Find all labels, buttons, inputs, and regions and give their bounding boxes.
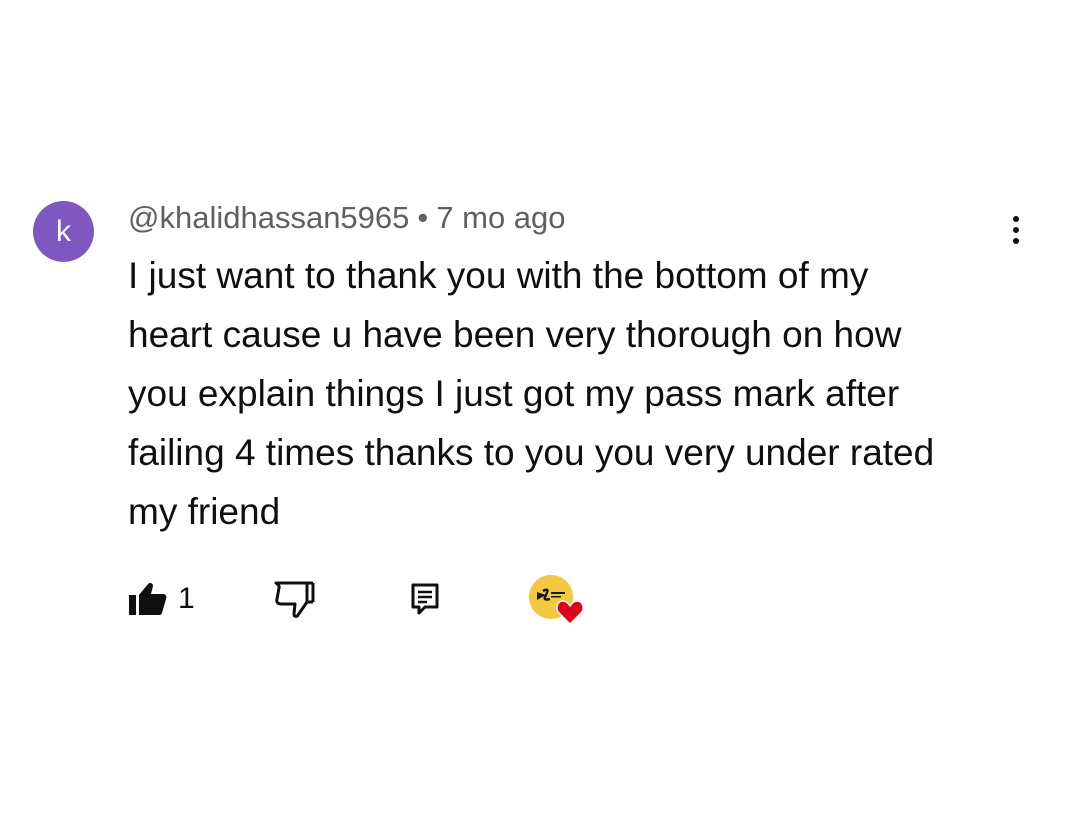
comment-thread: k @khalidhassan5965 • 7 mo ago I just wa… (0, 0, 1080, 828)
thumbs-up-filled-icon (129, 582, 167, 615)
author-handle[interactable]: @khalidhassan5965 (128, 200, 409, 236)
reply-button[interactable] (411, 583, 439, 620)
timestamp: 7 mo ago (436, 200, 566, 235)
avatar[interactable]: k (33, 201, 94, 262)
comment-header: @khalidhassan5965 • 7 mo ago (128, 198, 566, 238)
comment-text-line: my friend (128, 491, 281, 532)
meta-separator: • (417, 200, 429, 235)
comment-actions: 1 (0, 570, 1080, 630)
comment-text-line: you explain things I just got my pass ma… (128, 373, 900, 414)
like-count: 1 (178, 582, 195, 615)
thumbs-down-icon (274, 581, 315, 618)
avatar-letter: k (56, 214, 71, 248)
comment-text: I just want to thank you with the bottom… (128, 246, 1028, 541)
comment-text-line: I just want to thank you with the bottom… (128, 255, 869, 296)
comment-text-line: heart cause u have been very thorough on… (128, 314, 902, 355)
comment-text-line: failing 4 times thanks to you you very u… (128, 432, 935, 473)
creator-heart-icon (556, 600, 584, 625)
reply-comment-icon (411, 583, 439, 615)
creator-heart-badge (529, 575, 587, 627)
like-button[interactable]: 1 (128, 582, 195, 616)
more-vertical-icon[interactable] (1000, 210, 1032, 250)
dislike-button[interactable] (273, 580, 315, 623)
